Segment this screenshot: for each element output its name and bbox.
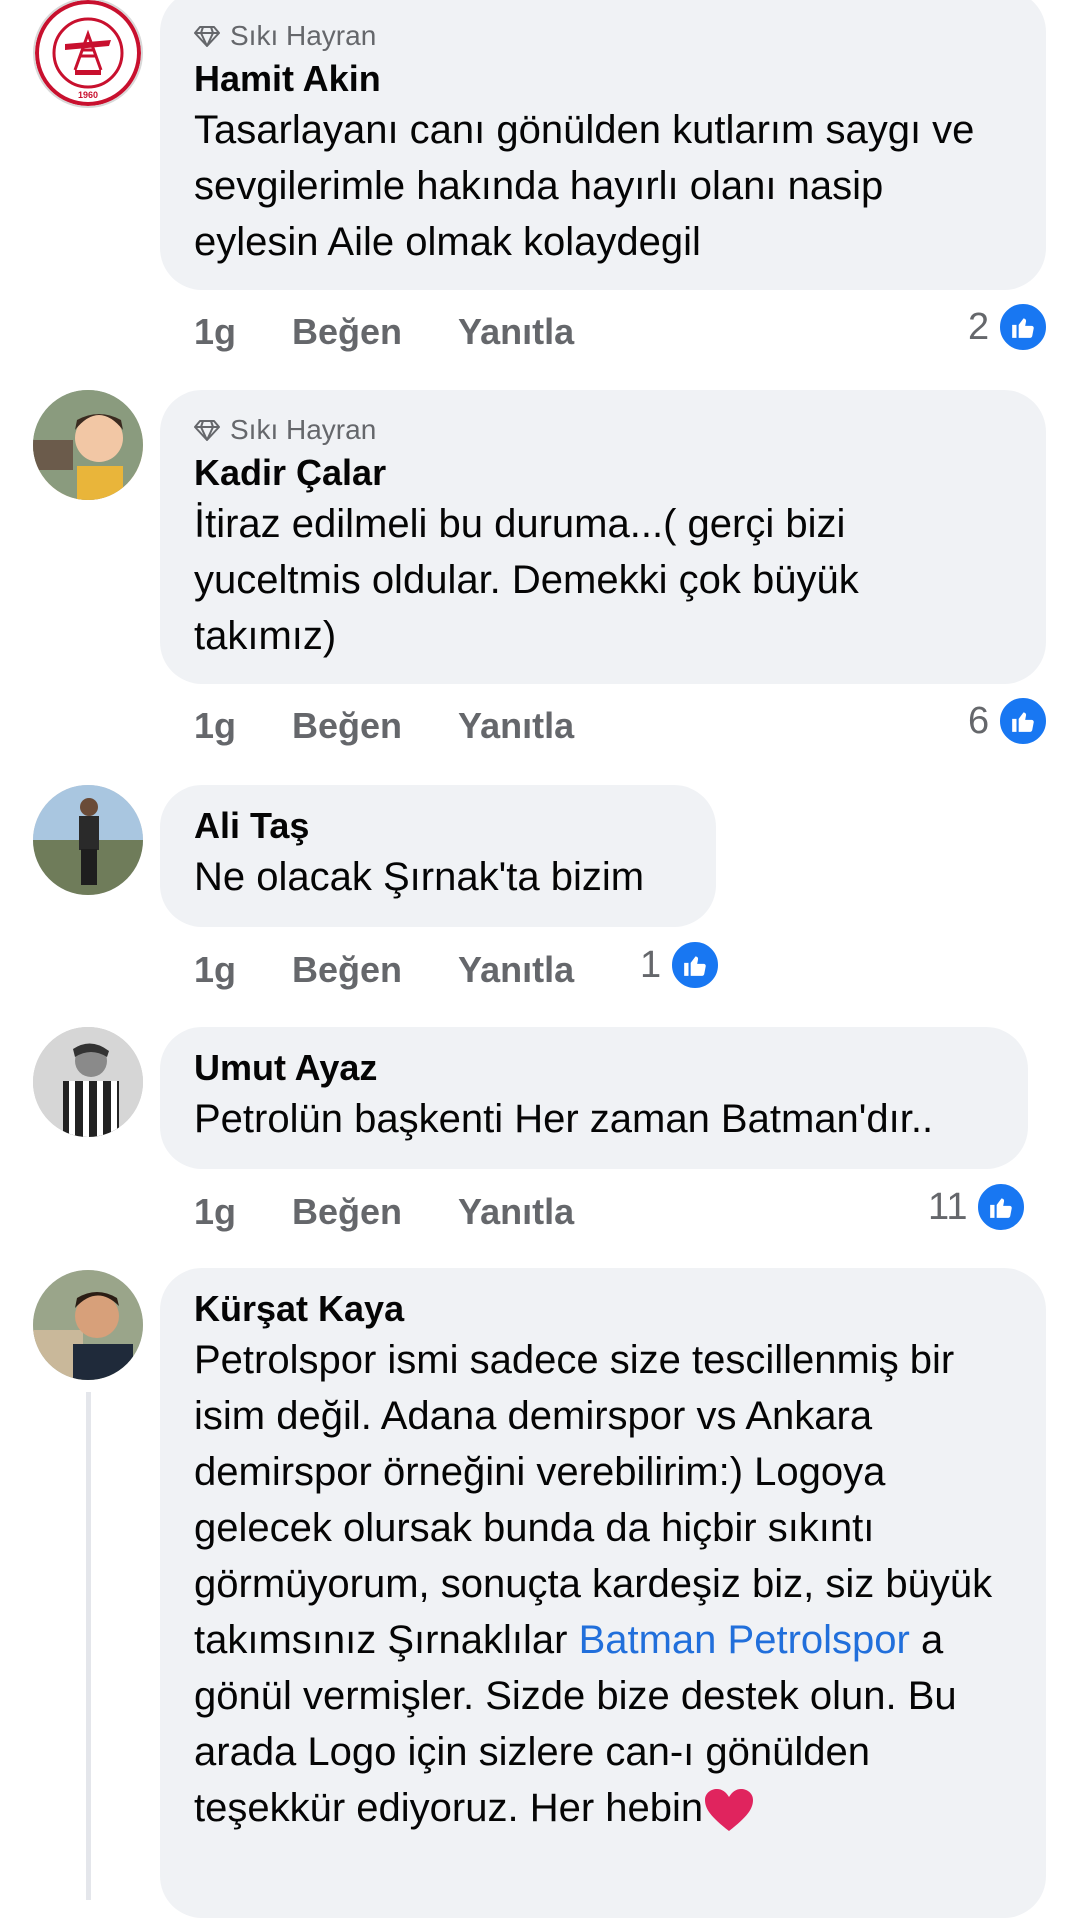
comment-text: Tasarlayanı canı gönülden kutlarım saygı… — [194, 108, 975, 264]
reaction-summary[interactable]: 2 — [968, 301, 1050, 353]
page-mention-link[interactable]: Batman Petrolspor — [579, 1618, 910, 1662]
avatar-photo — [33, 785, 143, 895]
reply-button[interactable]: Yanıtla — [458, 311, 574, 353]
author-name[interactable]: Kürşat Kaya — [194, 1286, 1012, 1332]
reply-button[interactable]: Yanıtla — [458, 1191, 574, 1233]
comment-item: Umut Ayaz Petrolün başkenti Her zaman Ba… — [0, 1027, 1080, 1267]
author-name[interactable]: Hamit Akin — [194, 56, 1012, 102]
reaction-count: 11 — [928, 1185, 968, 1228]
reaction-count: 6 — [968, 699, 990, 742]
avatar-photo — [33, 1270, 143, 1380]
avatar[interactable] — [33, 1270, 143, 1380]
reaction-count: 1 — [640, 943, 662, 986]
comment-text: Petrolspor ismi sadece size tescillenmiş… — [194, 1332, 1012, 1836]
reaction-summary[interactable]: 1 — [640, 939, 722, 991]
avatar[interactable] — [33, 390, 143, 500]
avatar-photo — [33, 390, 143, 500]
comment-time[interactable]: 1g — [194, 705, 236, 747]
comment-actions: 1g Beğen Yanıtla — [194, 701, 630, 751]
heart-icon — [705, 1789, 754, 1832]
author-name[interactable]: Ali Taş — [194, 803, 682, 849]
comment-bubble: Sıkı Hayran Hamit Akin Tasarlayanı canı … — [160, 0, 1046, 290]
badge-label: Sıkı Hayran — [230, 414, 377, 445]
avatar[interactable]: 1960 — [33, 0, 143, 108]
top-fan-badge: Sıkı Hayran — [194, 18, 1012, 54]
comment-text-part: Petrolspor ismi sadece size tescillenmiş… — [194, 1338, 993, 1662]
reaction-summary[interactable]: 6 — [968, 695, 1050, 747]
reply-button[interactable]: Yanıtla — [458, 949, 574, 991]
comment-time[interactable]: 1g — [194, 1191, 236, 1233]
author-name[interactable]: Kadir Çalar — [194, 450, 1012, 496]
like-icon — [975, 1181, 1028, 1233]
comment-actions: 1g Beğen Yanıtla — [194, 945, 630, 995]
author-name[interactable]: Umut Ayaz — [194, 1045, 994, 1091]
comment-bubble: Umut Ayaz Petrolün başkenti Her zaman Ba… — [160, 1027, 1028, 1169]
avatar[interactable] — [33, 1027, 143, 1137]
diamond-icon — [194, 26, 220, 47]
like-icon — [997, 695, 1050, 747]
like-button[interactable]: Beğen — [292, 311, 402, 353]
like-button[interactable]: Beğen — [292, 949, 402, 991]
reaction-summary[interactable]: 11 — [928, 1181, 1028, 1233]
comment-text: İtiraz edilmeli bu duruma...( gerçi bizi… — [194, 502, 859, 658]
comment-item: Sıkı Hayran Kadir Çalar İtiraz edilmeli … — [0, 390, 1080, 770]
comment-bubble: Kürşat Kaya Petrolspor ismi sadece size … — [160, 1268, 1046, 1918]
like-button[interactable]: Beğen — [292, 1191, 402, 1233]
comment-item: Ali Taş Ne olacak Şırnak'ta bizim 1g Beğ… — [0, 785, 1080, 1025]
avatar-photo — [33, 1027, 143, 1137]
comment-actions: 1g Beğen Yanıtla — [194, 1187, 630, 1237]
reaction-count: 2 — [968, 305, 990, 348]
badge-label: Sıkı Hayran — [230, 20, 377, 51]
avatar[interactable] — [33, 785, 143, 895]
comment-time[interactable]: 1g — [194, 311, 236, 353]
top-fan-badge: Sıkı Hayran — [194, 412, 1012, 448]
reply-thread-line — [86, 1392, 91, 1900]
comment-actions: 1g Beğen Yanıtla — [194, 307, 630, 357]
comment-text: Ne olacak Şırnak'ta bizim — [194, 855, 645, 899]
comment-text: Petrolün başkenti Her zaman Batman'dır.. — [194, 1097, 934, 1141]
like-button[interactable]: Beğen — [292, 705, 402, 747]
reply-button[interactable]: Yanıtla — [458, 705, 574, 747]
comment-item: 1960 Sıkı Hayran Hamit Akin Tasarlayanı … — [0, 0, 1080, 380]
comment-bubble: Ali Taş Ne olacak Şırnak'ta bizim — [160, 785, 716, 927]
comment-bubble: Sıkı Hayran Kadir Çalar İtiraz edilmeli … — [160, 390, 1046, 684]
comment-time[interactable]: 1g — [194, 949, 236, 991]
like-icon — [669, 939, 722, 991]
diamond-icon — [194, 420, 220, 441]
like-icon — [997, 301, 1050, 353]
batman-petrolspor-logo: 1960 — [35, 0, 141, 106]
svg-text:1960: 1960 — [78, 90, 98, 100]
comment-item: Kürşat Kaya Petrolspor ismi sadece size … — [0, 1268, 1080, 1918]
